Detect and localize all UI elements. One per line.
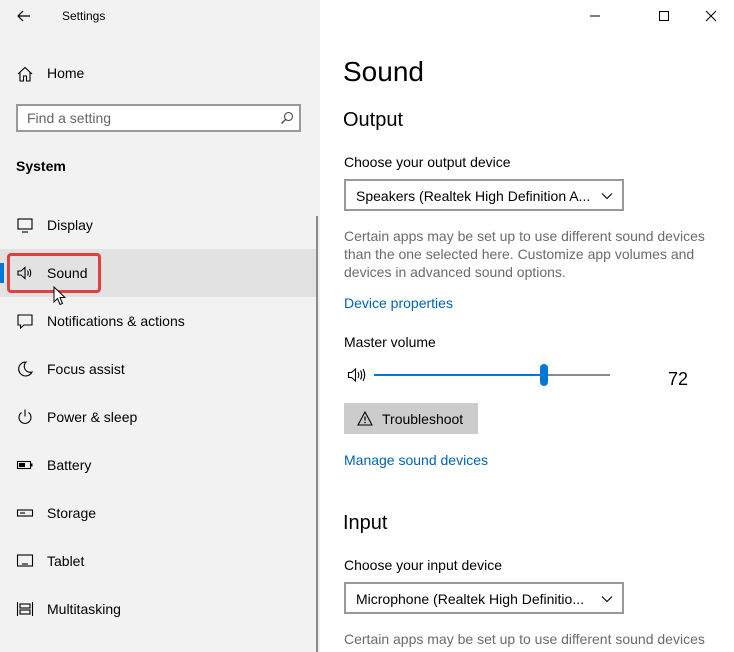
volume-slider-thumb[interactable]: [539, 364, 548, 386]
sidebar: Settings Home System Display Sound: [0, 0, 320, 652]
sidebar-item-label: Display: [47, 217, 93, 233]
selection-indicator: [0, 263, 4, 283]
sidebar-item-label: Multitasking: [47, 601, 121, 617]
mouse-cursor-icon: [53, 286, 67, 306]
home-icon: [17, 66, 33, 82]
moon-icon: [18, 361, 34, 377]
device-properties-link[interactable]: Device properties: [344, 295, 453, 311]
output-device-value: Speakers (Realtek High Definition A...: [356, 188, 591, 204]
sidebar-item-label: Power & sleep: [47, 409, 138, 425]
sidebar-item-multitasking[interactable]: Multitasking: [0, 585, 316, 633]
main-pane: Sound Output Choose your output device S…: [320, 0, 734, 652]
display-icon: [17, 218, 33, 233]
notifications-icon: [17, 314, 33, 330]
title-bar-left: Settings: [0, 0, 320, 34]
close-icon: [705, 10, 717, 22]
output-heading: Output: [343, 109, 404, 131]
close-button[interactable]: [688, 0, 734, 32]
sidebar-scrollbar[interactable]: [316, 216, 318, 652]
volume-value: 72: [668, 369, 689, 389]
input-description: Certain apps may be set up to use differ…: [344, 631, 705, 647]
multitasking-icon: [16, 602, 34, 616]
warning-icon: [357, 411, 373, 426]
storage-icon: [16, 509, 34, 517]
input-heading: Input: [343, 512, 388, 534]
sidebar-item-focus-assist[interactable]: Focus assist: [0, 345, 316, 393]
home-label: Home: [47, 65, 85, 81]
maximize-button[interactable]: [641, 0, 687, 32]
master-volume-label: Master volume: [344, 334, 436, 350]
manage-sound-devices-link[interactable]: Manage sound devices: [344, 452, 488, 468]
search-box[interactable]: [16, 104, 301, 132]
back-button[interactable]: [8, 2, 40, 30]
projecting-icon: [16, 648, 34, 652]
power-icon: [18, 409, 32, 424]
tablet-icon: [16, 554, 34, 567]
sidebar-item-label: Focus assist: [47, 361, 125, 377]
sidebar-item-tablet[interactable]: Tablet: [0, 537, 316, 585]
maximize-icon: [659, 11, 669, 21]
chevron-down-icon: [601, 193, 613, 200]
input-device-label: Choose your input device: [344, 557, 502, 573]
sidebar-item-battery[interactable]: Battery: [0, 441, 316, 489]
sidebar-item-label: Storage: [47, 505, 97, 521]
search-icon[interactable]: [280, 111, 294, 125]
sidebar-item-label: Battery: [47, 457, 92, 473]
sidebar-item-power-sleep[interactable]: Power & sleep: [0, 393, 316, 441]
back-arrow-icon: [17, 10, 30, 22]
volume-slider-fill: [374, 374, 544, 376]
sidebar-item-display[interactable]: Display: [0, 201, 316, 249]
master-volume-slider[interactable]: [374, 364, 610, 386]
sidebar-item-label: Tablet: [47, 553, 85, 569]
sidebar-item-label: Notifications & actions: [47, 313, 185, 329]
output-device-label: Choose your output device: [344, 154, 511, 170]
troubleshoot-label: Troubleshoot: [382, 411, 464, 427]
minimize-button[interactable]: [572, 0, 618, 32]
sidebar-item-notifications[interactable]: Notifications & actions: [0, 297, 316, 345]
troubleshoot-button[interactable]: Troubleshoot: [344, 403, 478, 434]
output-description: Certain apps may be set up to use differ…: [344, 228, 705, 280]
sidebar-item-storage[interactable]: Storage: [0, 489, 316, 537]
sidebar-item-partial[interactable]: [0, 633, 316, 652]
battery-icon: [16, 460, 33, 470]
chevron-down-icon: [601, 596, 613, 603]
section-title: System: [16, 158, 66, 174]
input-device-dropdown[interactable]: Microphone (Realtek High Definitio...: [344, 582, 624, 614]
speaker-icon[interactable]: [347, 366, 369, 384]
search-input[interactable]: [18, 106, 277, 130]
minimize-icon: [590, 15, 600, 17]
input-device-value: Microphone (Realtek High Definitio...: [356, 591, 584, 607]
output-device-dropdown[interactable]: Speakers (Realtek High Definition A...: [344, 179, 624, 211]
page-title: Sound: [343, 56, 424, 87]
home-nav-item[interactable]: Home: [0, 56, 320, 92]
app-title: Settings: [62, 9, 106, 23]
